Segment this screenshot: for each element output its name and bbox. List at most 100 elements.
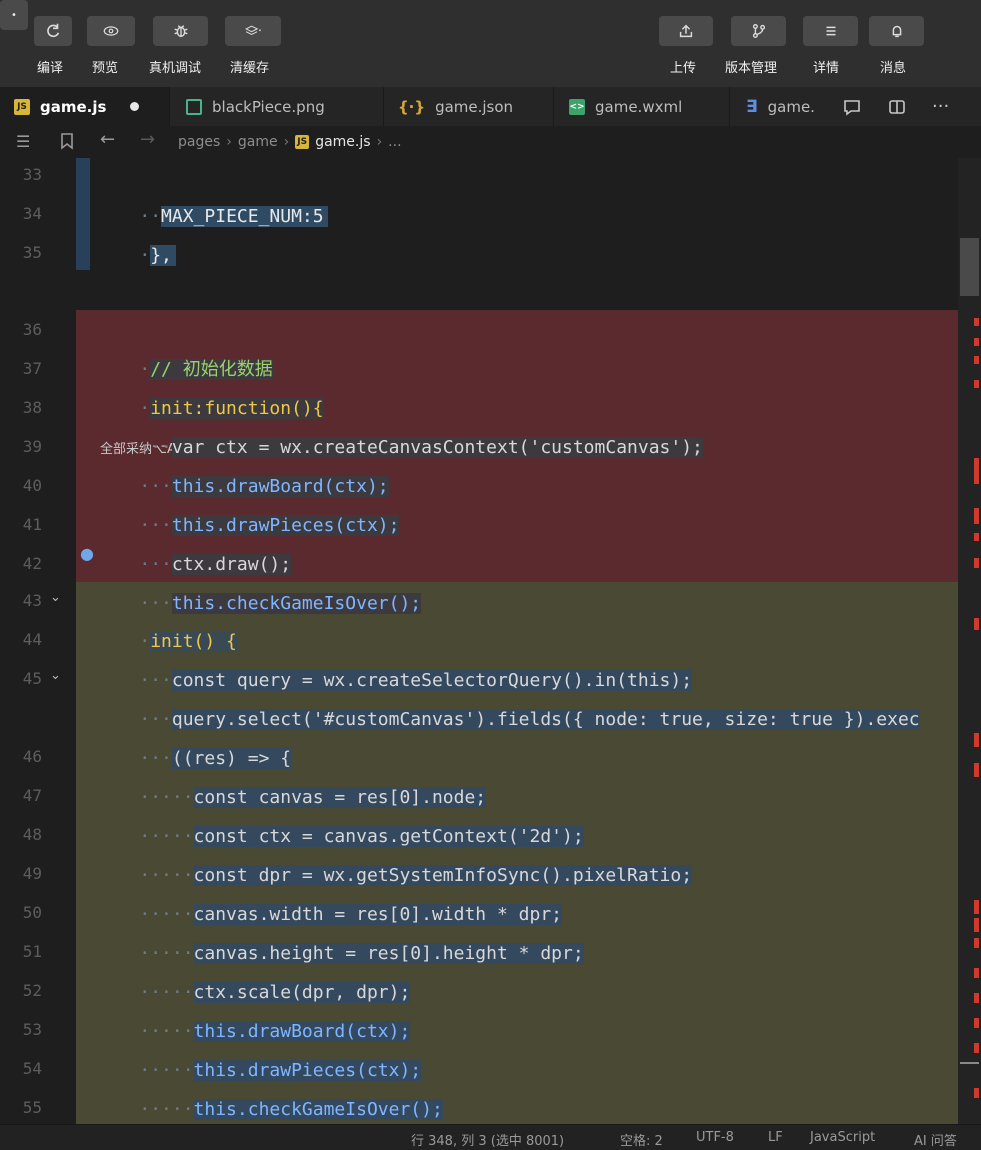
preview-button[interactable] (87, 16, 135, 46)
code-text: this.checkGameIsOver(); (193, 1099, 443, 1120)
tab-game-json[interactable]: {·} game.json (384, 87, 554, 126)
lightbulb-icon[interactable]: ● (80, 544, 94, 563)
chevron-right-icon: › (283, 134, 290, 150)
split-editor-icon[interactable] (887, 87, 907, 126)
line-number: 45 (22, 669, 42, 688)
ai-chat-button[interactable]: AI 问答 (914, 1130, 957, 1149)
code-line: ·init() { (139, 631, 237, 652)
breadcrumb-bar: ☰ ← → pages › game › JS game.js › ... (0, 126, 981, 159)
comment-icon[interactable] (842, 87, 862, 126)
line-number: 34 (22, 204, 42, 223)
diff-marker (974, 356, 979, 364)
breadcrumb-item[interactable]: game.js (315, 134, 370, 150)
code-text: }, (150, 245, 176, 266)
breadcrumb-item[interactable]: ... (388, 134, 401, 150)
line-number: 37 (22, 359, 42, 378)
diff-marker (974, 993, 979, 1003)
back-arrow-icon[interactable]: ← (100, 129, 115, 150)
preview-label: 预览 (92, 61, 119, 76)
compile-button[interactable] (34, 16, 72, 46)
breadcrumb: pages › game › JS game.js › ... (178, 126, 402, 158)
cursor-marker (960, 1062, 979, 1064)
diff-marker (974, 918, 979, 932)
diff-marker (974, 508, 979, 524)
line-number: 48 (22, 825, 42, 844)
line-number: 42 (22, 554, 42, 573)
fold-chevron-icon[interactable]: ⌄ (50, 668, 61, 683)
status-bar: 行 348, 列 3 (选中 8001) 空格: 2 UTF-8 LF Java… (0, 1124, 981, 1150)
cursor-position[interactable]: 行 348, 列 3 (选中 8001) (411, 1130, 564, 1149)
remote-debug-button[interactable] (153, 16, 208, 46)
line-number: 52 (22, 981, 42, 1000)
json-file-icon: {·} (398, 97, 426, 116)
js-file-icon: JS (295, 135, 310, 149)
code-line: ·····canvas.height = res[0].height * dpr… (139, 943, 584, 964)
line-number: 49 (22, 864, 42, 883)
breadcrumb-item[interactable]: game (238, 134, 278, 150)
wxml-file-icon: <> (569, 98, 585, 115)
code-line: ·// 初始化数据 (139, 359, 273, 380)
line-number: 47 (22, 786, 42, 805)
line-number: 35 (22, 243, 42, 262)
code-editor[interactable]: 33 34 35 36 37 38 39 40 41 42 43 44 45 4… (0, 158, 981, 1124)
more-actions-icon[interactable]: ··· (932, 87, 949, 126)
details-button[interactable] (803, 16, 858, 46)
list-icon[interactable]: ☰ (16, 132, 30, 151)
eol-setting[interactable]: LF (768, 1130, 783, 1145)
line-number: 41 (22, 515, 42, 534)
line-number: 36 (22, 320, 42, 339)
css-file-icon: ∃ (746, 96, 758, 117)
tab-game-wxss[interactable]: ∃ game. (732, 87, 832, 126)
diff-marker (974, 938, 979, 948)
refresh-icon (47, 23, 60, 38)
diff-marker (974, 533, 979, 541)
chevron-right-icon: › (226, 134, 232, 150)
fold-chevron-icon[interactable]: ⌄ (50, 590, 61, 605)
forward-arrow-icon[interactable]: → (140, 129, 155, 150)
line-number: 43 (22, 591, 42, 610)
breadcrumb-item[interactable]: pages (178, 134, 220, 150)
details-label: 详情 (813, 61, 840, 76)
compile-label: 编译 (37, 61, 64, 76)
chevron-right-icon: › (376, 134, 383, 150)
indentation-setting[interactable]: 空格: 2 (620, 1130, 663, 1149)
bookmark-icon[interactable] (60, 132, 74, 154)
eye-icon (103, 26, 119, 36)
language-mode[interactable]: JavaScript (810, 1130, 875, 1145)
tab-game-js[interactable]: JS game.js (0, 87, 170, 126)
compile-mode-dropdown[interactable]: • (0, 0, 28, 30)
tab-game-wxml[interactable]: <> game.wxml (555, 87, 730, 126)
tab-label: game.json (435, 97, 514, 116)
code-line: ···const query = wx.createSelectorQuery(… (139, 670, 693, 691)
unsaved-dot-icon (130, 102, 140, 111)
code-line: ···query.select('#customCanvas').fields(… (139, 709, 920, 730)
tab-label: blackPiece.png (212, 97, 325, 116)
encoding-setting[interactable]: UTF-8 (696, 1130, 734, 1145)
image-file-icon (186, 98, 202, 115)
version-control-button[interactable] (731, 16, 786, 46)
clear-cache-button[interactable] (225, 16, 281, 46)
diff-marker (974, 1043, 979, 1053)
code-line: ···ctx.draw(); (139, 554, 292, 575)
line-number: 50 (22, 903, 42, 922)
tab-blackpiece-png[interactable]: blackPiece.png (172, 87, 384, 126)
diff-marker (974, 618, 979, 630)
diff-marker (974, 1088, 979, 1098)
remote-debug-label: 真机调试 (149, 61, 202, 76)
scrollbar-thumb[interactable] (960, 238, 979, 296)
tab-label: game.js (40, 97, 107, 116)
editor-tab-bar: JS game.js blackPiece.png {·} game.json … (0, 87, 981, 127)
diff-marker (974, 900, 979, 914)
line-number: 33 (22, 165, 42, 184)
messages-label: 消息 (880, 61, 907, 76)
line-number: 53 (22, 1020, 42, 1039)
diff-marker (974, 458, 979, 484)
diff-marker (974, 968, 979, 978)
upload-button[interactable] (659, 16, 713, 46)
branch-icon (752, 24, 765, 38)
messages-button[interactable] (869, 16, 924, 46)
scrollbar-overview-ruler[interactable] (958, 158, 981, 1124)
tab-label: game. (767, 97, 815, 116)
line-number: 44 (22, 630, 42, 649)
code-line: ·init:function(){ (139, 398, 324, 419)
